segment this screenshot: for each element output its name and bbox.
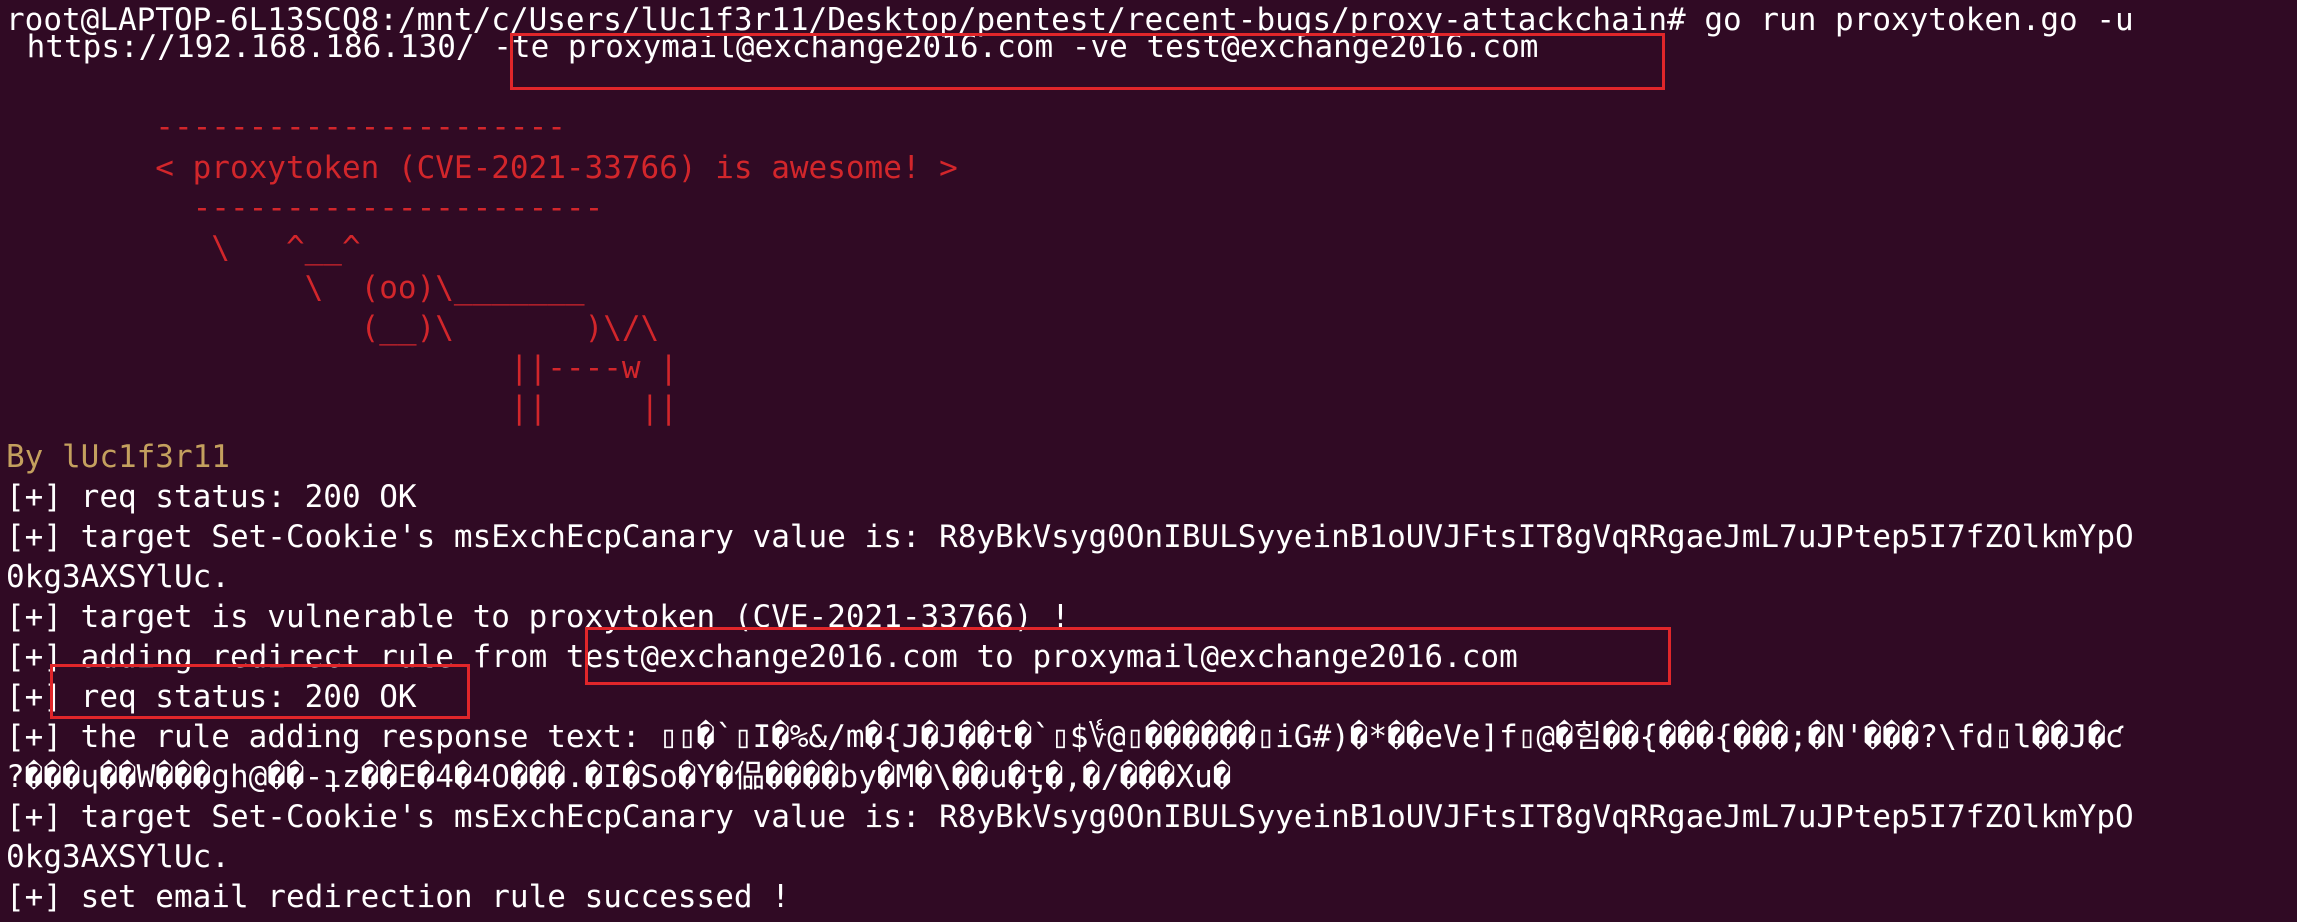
banner-cow-1: \ ^__^ [6,230,361,266]
output-line-req-status-2: [+] req status: 200 OK [6,679,417,715]
banner-cow-5: || || [6,390,678,426]
terminal-window[interactable]: root@LAPTOP-6L13SCQ8:/mnt/c/Users/lUc1f3… [0,0,2297,922]
banner-bottom-border: ---------------------- [6,190,604,226]
banner-cow-3: (__)\ )\/\ [6,310,660,346]
banner-cow-2: \ (oo)\_______ [6,270,585,306]
output-line-vulnerable: [+] target is vulnerable to proxytoken (… [6,599,1070,635]
output-line-canary-1-wrap: 0kg3AXSYlUc. [6,559,230,595]
output-line-response-text-wrap: ?���ɥ��W���gh@��-ʇz��E�4�4O���.�I�So�Y�偘… [6,759,1232,795]
output-line-response-text: [+] the rule adding response text: ▯▯�`▯… [6,719,2125,755]
banner-cow-4: ||----w | [6,350,678,386]
output-line-req-status-1: [+] req status: 200 OK [6,479,417,515]
author-line: By lUc1f3r11 [6,439,230,475]
output-line-canary-2-wrap: 0kg3AXSYlUc. [6,839,230,875]
output-line-canary-2: [+] target Set-Cookie's msExchEcpCanary … [6,799,2134,835]
output-line-success: [+] set email redirection rule successed… [6,879,790,915]
command-line-2: https://192.168.186.130/ -te proxymail@e… [8,29,1539,65]
banner-title: < proxytoken (CVE-2021-33766) is awesome… [6,150,958,186]
banner-top-border: ---------------------- [6,109,566,145]
output-line-canary-1: [+] target Set-Cookie's msExchEcpCanary … [6,519,2134,555]
output-line-redirect-rule: [+] adding redirect rule from test@excha… [6,639,1518,675]
